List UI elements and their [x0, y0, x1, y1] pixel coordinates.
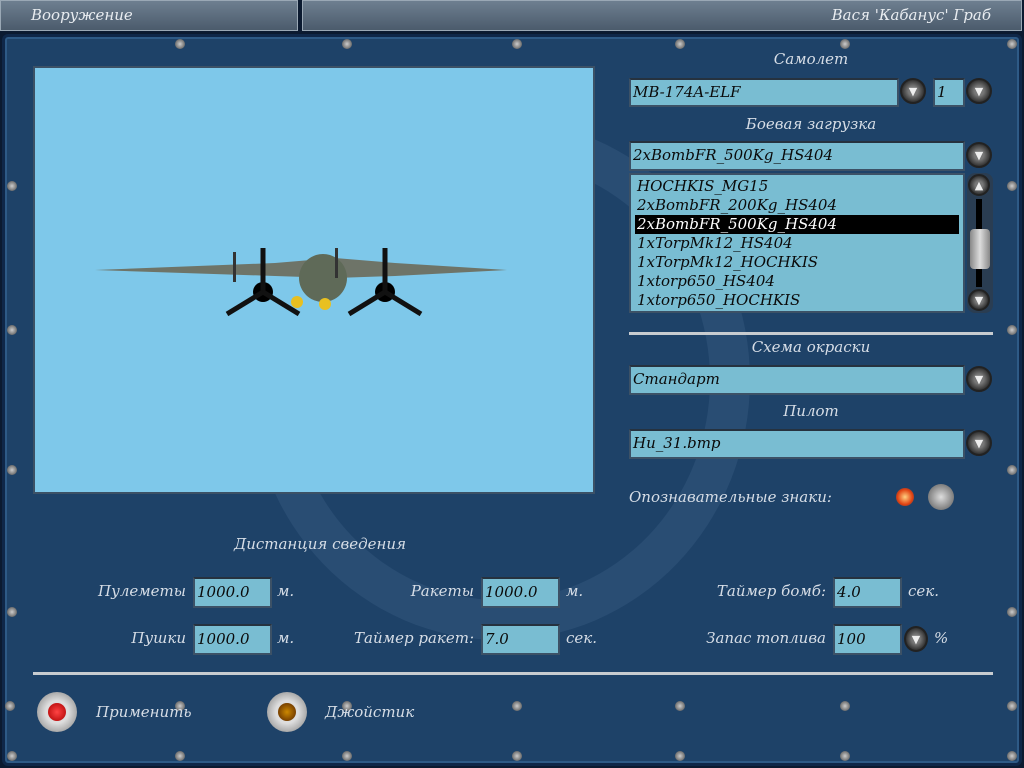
rocket-timer-unit: сек.: [566, 629, 598, 647]
indicator-light-icon: [896, 488, 914, 506]
bolt-icon: [840, 751, 850, 761]
aircraft-model-image: [95, 248, 507, 317]
divider: [629, 332, 993, 335]
markings-label: Опознавательные знаки:: [629, 488, 832, 506]
bolt-icon: [512, 39, 522, 49]
joystick-button[interactable]: [267, 692, 307, 732]
convergence-title: Дистанция сведения: [234, 535, 406, 553]
cannon-convergence-input[interactable]: 1000.0: [193, 624, 272, 655]
scroll-thumb[interactable]: [970, 229, 990, 269]
bolt-icon: [7, 465, 17, 475]
bolt-icon: [1007, 181, 1017, 191]
bolt-icon: [512, 701, 522, 711]
fuel-dropdown-button[interactable]: ▼: [904, 626, 928, 652]
loadout-scrollbar[interactable]: ▲ ▼: [967, 173, 993, 313]
screen-title: Вооружение: [0, 0, 298, 31]
cannon-unit: м.: [277, 629, 295, 647]
mg-convergence-input[interactable]: 1000.0: [193, 577, 272, 608]
bolt-icon: [1007, 39, 1017, 49]
joystick-label[interactable]: Джойстик: [325, 703, 414, 721]
bolt-icon: [342, 751, 352, 761]
bolt-icon: [5, 701, 15, 711]
mg-label: Пулеметы: [98, 582, 186, 600]
toggle-switch-icon: [928, 484, 954, 510]
aircraft-select[interactable]: MB-174A-ELF: [629, 78, 899, 107]
bolt-icon: [7, 607, 17, 617]
amber-button-icon: [278, 703, 296, 721]
loadout-option[interactable]: HOCHKIS_MG15: [635, 177, 959, 196]
bolt-icon: [7, 325, 17, 335]
bolt-icon: [175, 39, 185, 49]
bomb-timer-input[interactable]: 4.0: [833, 577, 902, 608]
chevron-down-icon: ▼: [974, 293, 984, 307]
bomb-timer-unit: сек.: [908, 582, 940, 600]
rockets-label: Ракеты: [410, 582, 474, 600]
cannon-label: Пушки: [131, 629, 186, 647]
bolt-icon: [1007, 325, 1017, 335]
chevron-down-icon: ▼: [908, 84, 918, 98]
bolt-icon: [675, 39, 685, 49]
bolt-icon: [512, 751, 522, 761]
bolt-icon: [7, 751, 17, 761]
scroll-up-button[interactable]: ▲: [968, 174, 990, 196]
rocket-timer-label: Таймер ракет:: [354, 629, 474, 647]
divider: [33, 672, 993, 675]
pilot-select[interactable]: Hu_31.bmp: [629, 429, 965, 459]
rockets-convergence-input[interactable]: 1000.0: [481, 577, 560, 608]
bolt-icon: [1007, 465, 1017, 475]
player-name: Вася 'Кабанус' Граб: [302, 0, 1022, 31]
aircraft-dropdown-button[interactable]: ▼: [900, 78, 926, 104]
bolt-icon: [175, 751, 185, 761]
loadout-option[interactable]: 2xBombFR_200Kg_HS404: [635, 196, 959, 215]
loadout-label: Боевая загрузка: [745, 115, 877, 133]
red-button-icon: [48, 703, 66, 721]
bolt-icon: [7, 181, 17, 191]
bomb-timer-label: Таймер бомб:: [716, 582, 826, 600]
fuel-input[interactable]: 100: [833, 624, 902, 655]
bolt-icon: [1007, 607, 1017, 617]
loadout-option[interactable]: 1xtorp650_HOCHKIS: [635, 291, 959, 310]
mg-unit: м.: [277, 582, 295, 600]
chevron-down-icon: ▼: [911, 632, 921, 646]
bolt-icon: [840, 39, 850, 49]
bolt-icon: [840, 701, 850, 711]
loadout-option[interactable]: 1xTorpMk12_HS404: [635, 234, 959, 253]
apply-button[interactable]: [37, 692, 77, 732]
chevron-up-icon: ▲: [974, 178, 984, 192]
skin-select[interactable]: Стандарт: [629, 365, 965, 395]
apply-label[interactable]: Применить: [96, 703, 192, 721]
pilot-label: Пилот: [783, 402, 839, 420]
loadout-select[interactable]: 2xBombFR_500Kg_HS404: [629, 141, 965, 171]
rockets-unit: м.: [566, 582, 584, 600]
fuel-unit: %: [934, 629, 949, 647]
fuel-label: Запас топлива: [706, 629, 826, 647]
loadout-option[interactable]: 1xtorp650_HS404: [635, 272, 959, 291]
skin-dropdown-button[interactable]: ▼: [966, 366, 992, 392]
rocket-timer-input[interactable]: 7.0: [481, 624, 560, 655]
aircraft-label: Самолет: [773, 50, 849, 68]
loadout-dropdown-button[interactable]: ▼: [966, 142, 992, 168]
bolt-icon: [675, 701, 685, 711]
markings-toggle[interactable]: [896, 484, 956, 510]
bolt-icon: [675, 751, 685, 761]
loadout-option[interactable]: 2xBombFR_500Kg_HS404: [635, 215, 959, 234]
chevron-down-icon: ▼: [974, 148, 984, 162]
pilot-dropdown-button[interactable]: ▼: [966, 430, 992, 456]
loadout-list[interactable]: HOCHKIS_MG15 2xBombFR_200Kg_HS404 2xBombFR…: [629, 173, 965, 313]
chevron-down-icon: ▼: [974, 372, 984, 386]
chevron-down-icon: ▼: [974, 436, 984, 450]
aircraft-preview[interactable]: [33, 66, 595, 494]
bolt-icon: [1007, 751, 1017, 761]
loadout-option[interactable]: 1xTorpMk12_HOCHKIS: [635, 253, 959, 272]
aircraft-count-field[interactable]: 1: [933, 78, 965, 107]
bolt-icon: [1007, 701, 1017, 711]
bolt-icon: [342, 39, 352, 49]
scroll-down-button[interactable]: ▼: [968, 289, 990, 311]
count-dropdown-button[interactable]: ▼: [966, 78, 992, 104]
skin-label: Схема окраски: [751, 338, 871, 356]
chevron-down-icon: ▼: [974, 84, 984, 98]
